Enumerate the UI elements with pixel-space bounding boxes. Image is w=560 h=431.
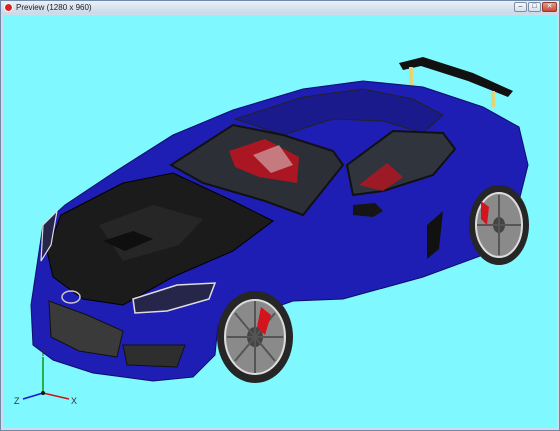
3d-viewport[interactable]: Y X Z [3,15,557,428]
axis-x-line [42,392,70,400]
front-wheel [217,291,293,383]
app-icon [4,3,13,12]
axis-z-label: Z [14,396,20,406]
axis-x-label: X [71,396,77,406]
maximize-button[interactable]: □ [528,2,541,12]
axis-y-label: Y [40,348,46,358]
minimize-button[interactable]: – [514,2,527,12]
axis-z-line [22,392,44,400]
preview-window: Preview (1280 x 960) – □ ✕ Y X Z [0,0,560,431]
close-button[interactable]: ✕ [542,2,557,12]
car-model: Y X Z [14,57,529,406]
title-bar[interactable]: Preview (1280 x 960) – □ ✕ [1,1,559,14]
rear-wheel [469,185,529,265]
window-title: Preview (1280 x 960) [16,3,92,12]
